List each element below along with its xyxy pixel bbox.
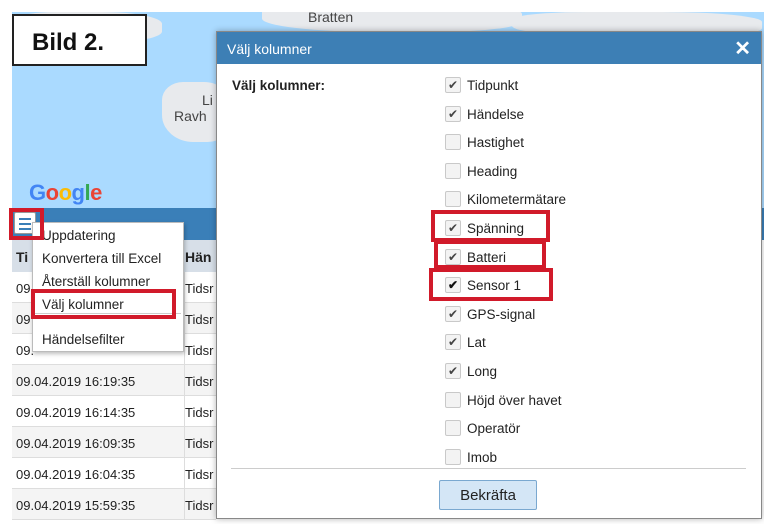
close-icon[interactable]: ✕ bbox=[734, 36, 751, 61]
cell-event: Tidsr bbox=[184, 303, 213, 334]
checkbox[interactable]: ✔ bbox=[445, 305, 461, 322]
table-row[interactable]: 09.04.2019 16:19:35 Tidsr bbox=[12, 365, 216, 396]
column-option-label: Höjd över havet bbox=[467, 392, 562, 408]
checkbox[interactable] bbox=[445, 162, 461, 179]
cell-event: Tidsr bbox=[184, 458, 213, 489]
cell-event: Tidsr bbox=[184, 489, 213, 520]
column-option-label: Imob bbox=[467, 449, 498, 465]
highlight-option-battery bbox=[434, 240, 546, 269]
cell-time: 09 bbox=[16, 312, 31, 327]
dialog-field-label: Välj kolumner: bbox=[232, 78, 326, 93]
cell-event: Tidsr bbox=[184, 365, 213, 396]
google-logo-letter: o bbox=[45, 180, 59, 205]
column-option-label: Hastighet bbox=[467, 135, 525, 151]
column-option-label: GPS-signal bbox=[467, 306, 536, 322]
checkbox[interactable]: ✔ bbox=[445, 363, 461, 379]
checkbox[interactable] bbox=[445, 191, 461, 208]
table-row[interactable]: 09.04.2019 16:14:35 Tidsr bbox=[12, 396, 216, 427]
checkbox[interactable]: ✔ bbox=[445, 334, 461, 351]
column-option-label: Heading bbox=[467, 163, 518, 179]
map-place-label: Ravh bbox=[174, 108, 207, 124]
checkbox[interactable] bbox=[445, 134, 461, 151]
table-row[interactable]: 09.04.2019 16:09:35 Tidsr bbox=[12, 427, 216, 458]
menu-item-reset-columns[interactable]: Återställ kolumner bbox=[42, 274, 150, 289]
column-option-label: Long bbox=[467, 364, 498, 379]
confirm-button[interactable]: Bekräfta bbox=[439, 480, 537, 510]
google-logo-letter: o bbox=[58, 180, 72, 205]
map-place-label: Li bbox=[202, 92, 213, 108]
menu-item-update[interactable]: Uppdatering bbox=[42, 228, 116, 243]
google-logo-letter: g bbox=[71, 180, 85, 205]
cell-event: Tidsr bbox=[184, 427, 213, 458]
figure-label: Bild 2. bbox=[12, 14, 147, 66]
menu-item-export-excel[interactable]: Konvertera till Excel bbox=[42, 251, 161, 266]
dialog-titlebar: Välj kolumner ✕ bbox=[217, 32, 761, 64]
highlight-menu-button bbox=[9, 208, 44, 240]
cell-event: Tidsr bbox=[184, 334, 213, 365]
map-land bbox=[262, 12, 522, 32]
google-logo-letter: G bbox=[29, 180, 46, 205]
cell-event: Tidsr bbox=[184, 272, 213, 303]
checkbox[interactable]: ✔ bbox=[445, 77, 461, 93]
highlight-option-sensor1 bbox=[429, 268, 553, 301]
highlight-choose-columns bbox=[31, 289, 176, 319]
column-option-label: Kilometermätare bbox=[467, 192, 567, 208]
cell-time: 09.04.2019 16:14:35 bbox=[16, 405, 136, 420]
column-option-label: Operatör bbox=[467, 421, 521, 437]
column-header-event[interactable]: Hän bbox=[180, 240, 216, 272]
menu-item-event-filter[interactable]: Händelsefilter bbox=[42, 332, 125, 347]
highlight-option-voltage bbox=[431, 210, 550, 242]
cell-time: 09 bbox=[16, 281, 31, 296]
table-row[interactable]: 09.04.2019 15:59:35 Tidsr bbox=[12, 489, 216, 520]
table-row[interactable]: 09.04.2019 16:04:35 Tidsr bbox=[12, 458, 216, 489]
cell-time: 09.04.2019 15:59:35 bbox=[16, 498, 136, 513]
checkbox[interactable] bbox=[445, 448, 461, 465]
column-option-label: Lat bbox=[467, 335, 486, 351]
dialog-title: Välj kolumner bbox=[227, 41, 312, 57]
map-place-label: Bratten bbox=[308, 12, 354, 25]
cell-time: 09.04.2019 16:04:35 bbox=[16, 467, 136, 482]
cell-event: Tidsr bbox=[184, 396, 213, 427]
checkbox[interactable]: ✔ bbox=[445, 105, 461, 122]
dialog-divider bbox=[231, 468, 746, 469]
google-logo: Google bbox=[29, 180, 102, 206]
grid-context-menu: Uppdatering Konvertera till Excel Återst… bbox=[32, 222, 184, 352]
checkbox[interactable] bbox=[445, 391, 461, 408]
google-logo-letter: e bbox=[90, 180, 102, 205]
checkbox[interactable] bbox=[445, 420, 461, 437]
cell-time: 09.04.2019 16:09:35 bbox=[16, 436, 136, 451]
cell-time: 09.04.2019 16:19:35 bbox=[16, 374, 136, 389]
column-option-label: Händelse bbox=[467, 106, 525, 122]
column-option-label: Tidpunkt bbox=[467, 78, 519, 93]
